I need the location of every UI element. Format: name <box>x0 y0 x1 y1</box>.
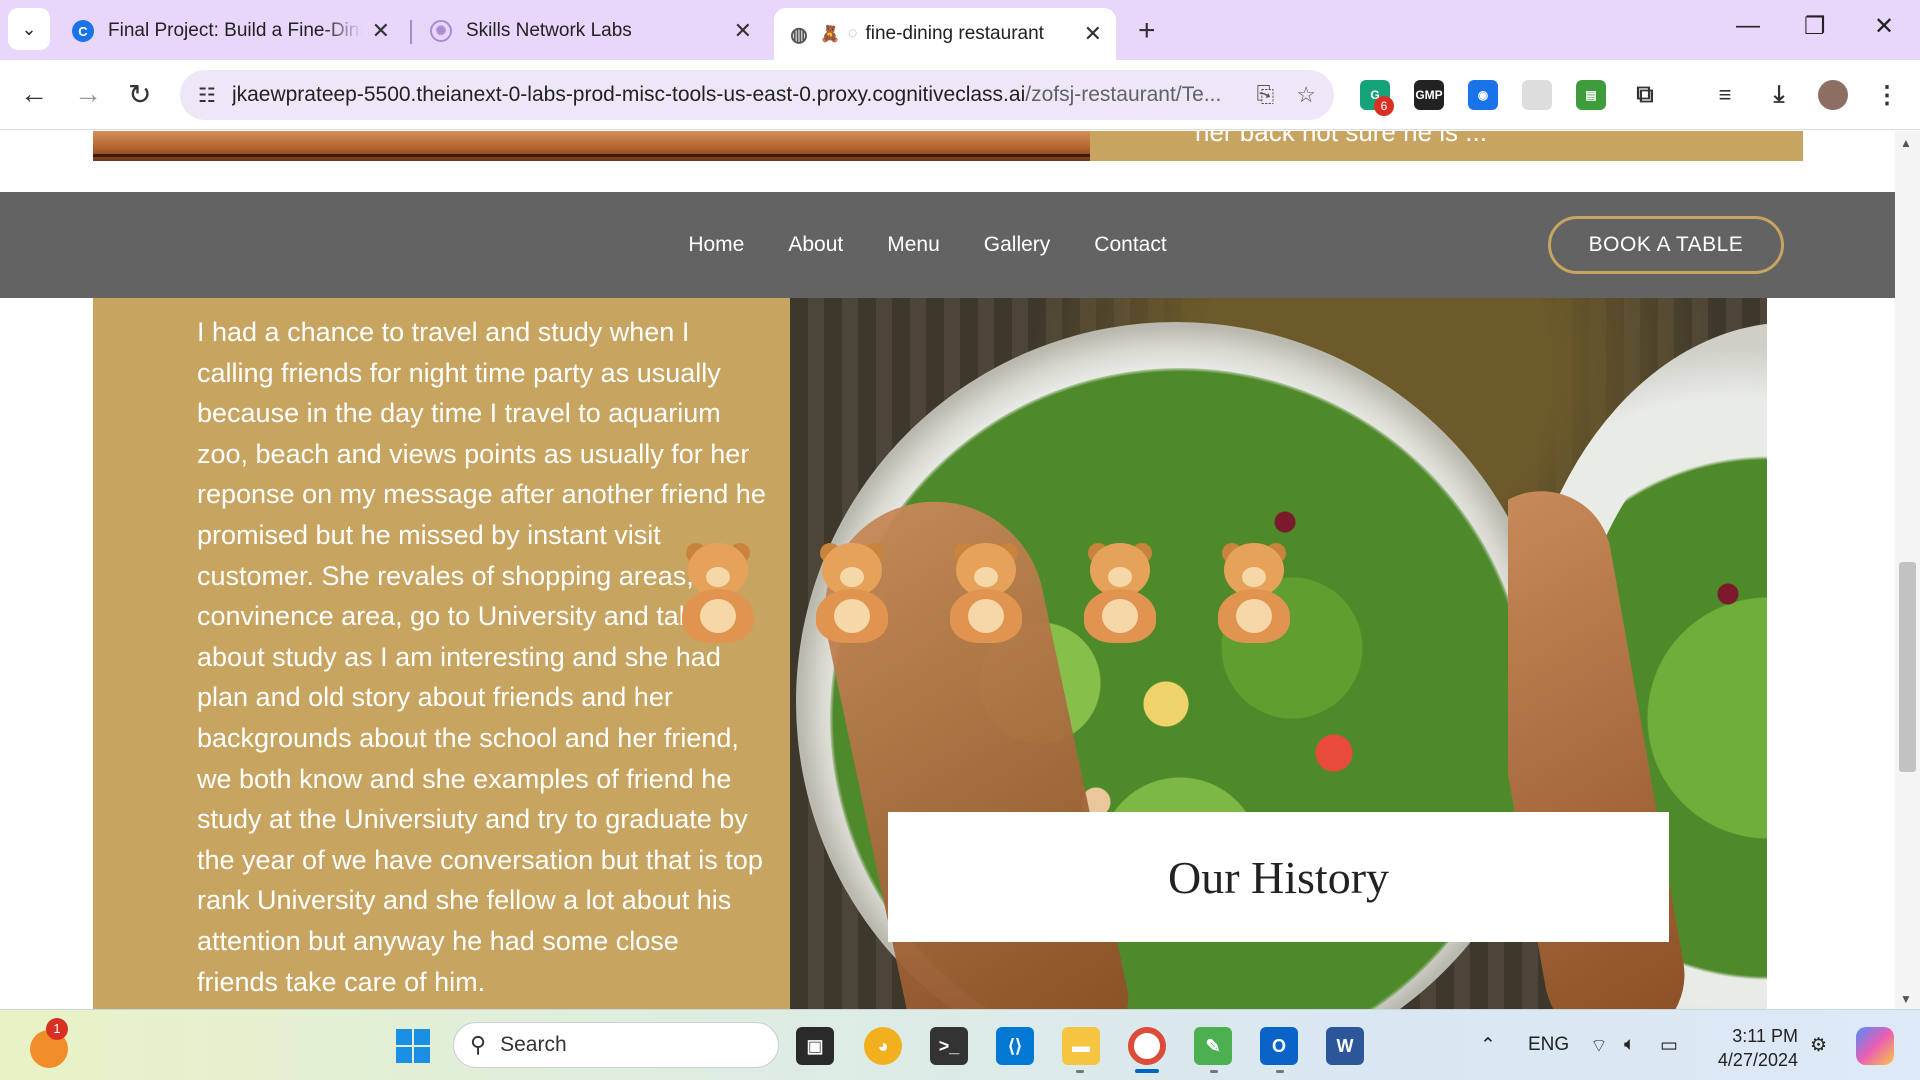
tab-final-project[interactable]: C Final Project: Build a Fine-Dinin ✕ <box>58 8 404 54</box>
back-arrow-icon[interactable]: ← <box>20 78 48 110</box>
scroll-down-arrow-icon[interactable]: ▼ <box>1900 992 1912 1006</box>
nav-about[interactable]: About <box>788 233 843 257</box>
kebab-menu-icon[interactable]: ⋮ <box>1872 80 1902 110</box>
nav-menu[interactable]: Menu <box>887 233 940 257</box>
forward-arrow-icon[interactable]: → <box>74 78 102 110</box>
battery-icon[interactable]: ▭ <box>1660 1034 1678 1057</box>
paint-palette-icon[interactable]: ◕ <box>864 1027 902 1065</box>
puzzle-extensions-icon[interactable]: ⧉ <box>1630 80 1660 110</box>
window-close-icon[interactable]: ✕ <box>1874 12 1894 41</box>
hero-caption-panel: her back not sure he is ... <box>1090 131 1803 161</box>
nav-home[interactable]: Home <box>688 233 744 257</box>
printer-icon[interactable]: ▤ <box>1576 80 1606 110</box>
word-icon[interactable]: W <box>1326 1027 1364 1065</box>
system-clock[interactable]: 3:11 PM 4/27/2024 <box>1710 1024 1798 1072</box>
history-title: Our History <box>1167 851 1390 903</box>
running-indicator <box>1210 1070 1218 1073</box>
reload-icon[interactable]: ↻ <box>128 78 151 111</box>
file-explorer-icon[interactable]: ▬ <box>1062 1027 1100 1065</box>
teddy-bear-icon <box>670 543 766 643</box>
camera-icon[interactable]: ◉ <box>1468 80 1498 110</box>
book-a-table-button[interactable]: BOOK A TABLE <box>1548 216 1784 274</box>
copilot-icon[interactable] <box>1856 1027 1894 1065</box>
taskbar-search[interactable]: ⚲ Search <box>453 1022 779 1068</box>
page-viewport: her back not sure he is ... Home About M… <box>0 131 1920 1009</box>
tab-title: fine-dining restaurant <box>865 23 1044 44</box>
windows-taskbar: 1 ⚲ Search ▣ ◕ >_ ⟨⟩ ▬ ✎ O W ⌃ ENG ⌔ 🔈︎ … <box>0 1009 1920 1080</box>
chrome-icon[interactable] <box>1128 1027 1166 1065</box>
coursera-icon: C <box>72 20 94 42</box>
tab-separator <box>410 20 412 44</box>
tab-search-chevron-icon[interactable]: ⌄ <box>8 8 50 50</box>
vscode-icon[interactable]: ⟨⟩ <box>996 1027 1034 1065</box>
bookmark-star-icon[interactable]: ☆ <box>1296 82 1316 108</box>
notification-bell-icon[interactable]: ⚙ <box>1810 1034 1827 1057</box>
hero-caption: her back not sure he is ... <box>1195 131 1487 147</box>
close-icon[interactable]: ✕ <box>734 18 752 44</box>
url-text[interactable]: jkaewprateep-5500.theianext-0-labs-prod-… <box>232 83 1235 107</box>
volume-icon[interactable]: 🔈︎ <box>1624 1034 1635 1056</box>
bear-tab-icon: 🧸 <box>820 26 840 43</box>
date-text: 4/27/2024 <box>1717 1050 1798 1070</box>
browser-tab-strip: ⌄ C Final Project: Build a Fine-Dinin ✕ … <box>0 0 1920 60</box>
notification-badge: 1 <box>46 1018 68 1040</box>
running-indicator <box>1076 1070 1084 1073</box>
close-icon[interactable]: ✕ <box>372 18 390 44</box>
nav-contact[interactable]: Contact <box>1094 233 1166 257</box>
story-text: I had a chance to travel and study when … <box>197 317 766 997</box>
tab-title: Skills Network Labs <box>466 20 632 41</box>
language-indicator[interactable]: ENG <box>1528 1034 1569 1056</box>
site-info-icon[interactable]: ☷ <box>198 83 216 108</box>
teddy-bear-icon <box>1072 543 1168 643</box>
globe-icon: ◍ <box>790 23 808 46</box>
story-panel: I had a chance to travel and study when … <box>93 298 790 1009</box>
minimize-icon[interactable]: — <box>1736 12 1760 40</box>
teddy-bear-icon <box>804 543 900 643</box>
extension-badge: 6 <box>1374 96 1394 116</box>
scrollbar-thumb[interactable] <box>1899 562 1916 772</box>
teddy-bear-row <box>670 543 1302 643</box>
grey-extension-icon[interactable] <box>1522 80 1552 110</box>
teddy-bear-icon <box>938 543 1034 643</box>
task-view-icon[interactable]: ▣ <box>796 1027 834 1065</box>
restore-icon[interactable]: ❐ <box>1804 12 1826 41</box>
media-controls-icon[interactable]: ≡ <box>1710 80 1740 110</box>
time-text: 3:11 PM <box>1732 1026 1798 1046</box>
chart-app-icon[interactable]: ✎ <box>1194 1027 1232 1065</box>
tab-skills-network[interactable]: ✺ Skills Network Labs ✕ <box>416 8 766 54</box>
tab-fine-dining-active[interactable]: ◍ 🧸 ◌ fine-dining restaurant ✕ <box>774 8 1116 60</box>
address-bar[interactable]: ☷ jkaewprateep-5500.theianext-0-labs-pro… <box>180 70 1334 120</box>
teddy-bear-icon <box>1206 543 1302 643</box>
search-icon: ⚲ <box>470 1032 487 1057</box>
speech-bubble-icon: ◌ <box>847 25 858 42</box>
windows-start-icon[interactable] <box>394 1027 432 1065</box>
nav-gallery[interactable]: Gallery <box>984 233 1051 257</box>
download-icon[interactable]: ⤓ <box>1764 80 1794 110</box>
close-icon[interactable]: ✕ <box>1084 21 1102 47</box>
history-card: Our History <box>888 812 1669 942</box>
gmp-icon[interactable]: GMP <box>1414 80 1444 110</box>
hero-image-bottom <box>93 131 1090 161</box>
translate-icon[interactable]: ⎘ <box>1257 82 1275 108</box>
running-indicator <box>1276 1070 1284 1073</box>
site-navbar: Home About Menu Gallery Contact BOOK A T… <box>0 192 1895 298</box>
active-indicator <box>1135 1069 1159 1073</box>
outlook-icon[interactable]: O <box>1260 1027 1298 1065</box>
skills-network-icon: ✺ <box>430 20 452 42</box>
search-placeholder: Search <box>500 1033 567 1056</box>
terminal-icon[interactable]: >_ <box>930 1027 968 1065</box>
tab-title: Final Project: Build a Fine-Dinin <box>108 20 362 41</box>
profile-avatar[interactable] <box>1818 80 1848 110</box>
wifi-icon[interactable]: ⌔ <box>1590 1034 1608 1058</box>
scroll-up-arrow-icon[interactable]: ▲ <box>1900 136 1912 150</box>
tray-chevron-up-icon[interactable]: ⌃ <box>1480 1034 1496 1057</box>
new-tab-plus-icon[interactable]: + <box>1138 14 1156 48</box>
address-toolbar: ← → ↻ ☷ jkaewprateep-5500.theianext-0-la… <box>0 60 1920 130</box>
